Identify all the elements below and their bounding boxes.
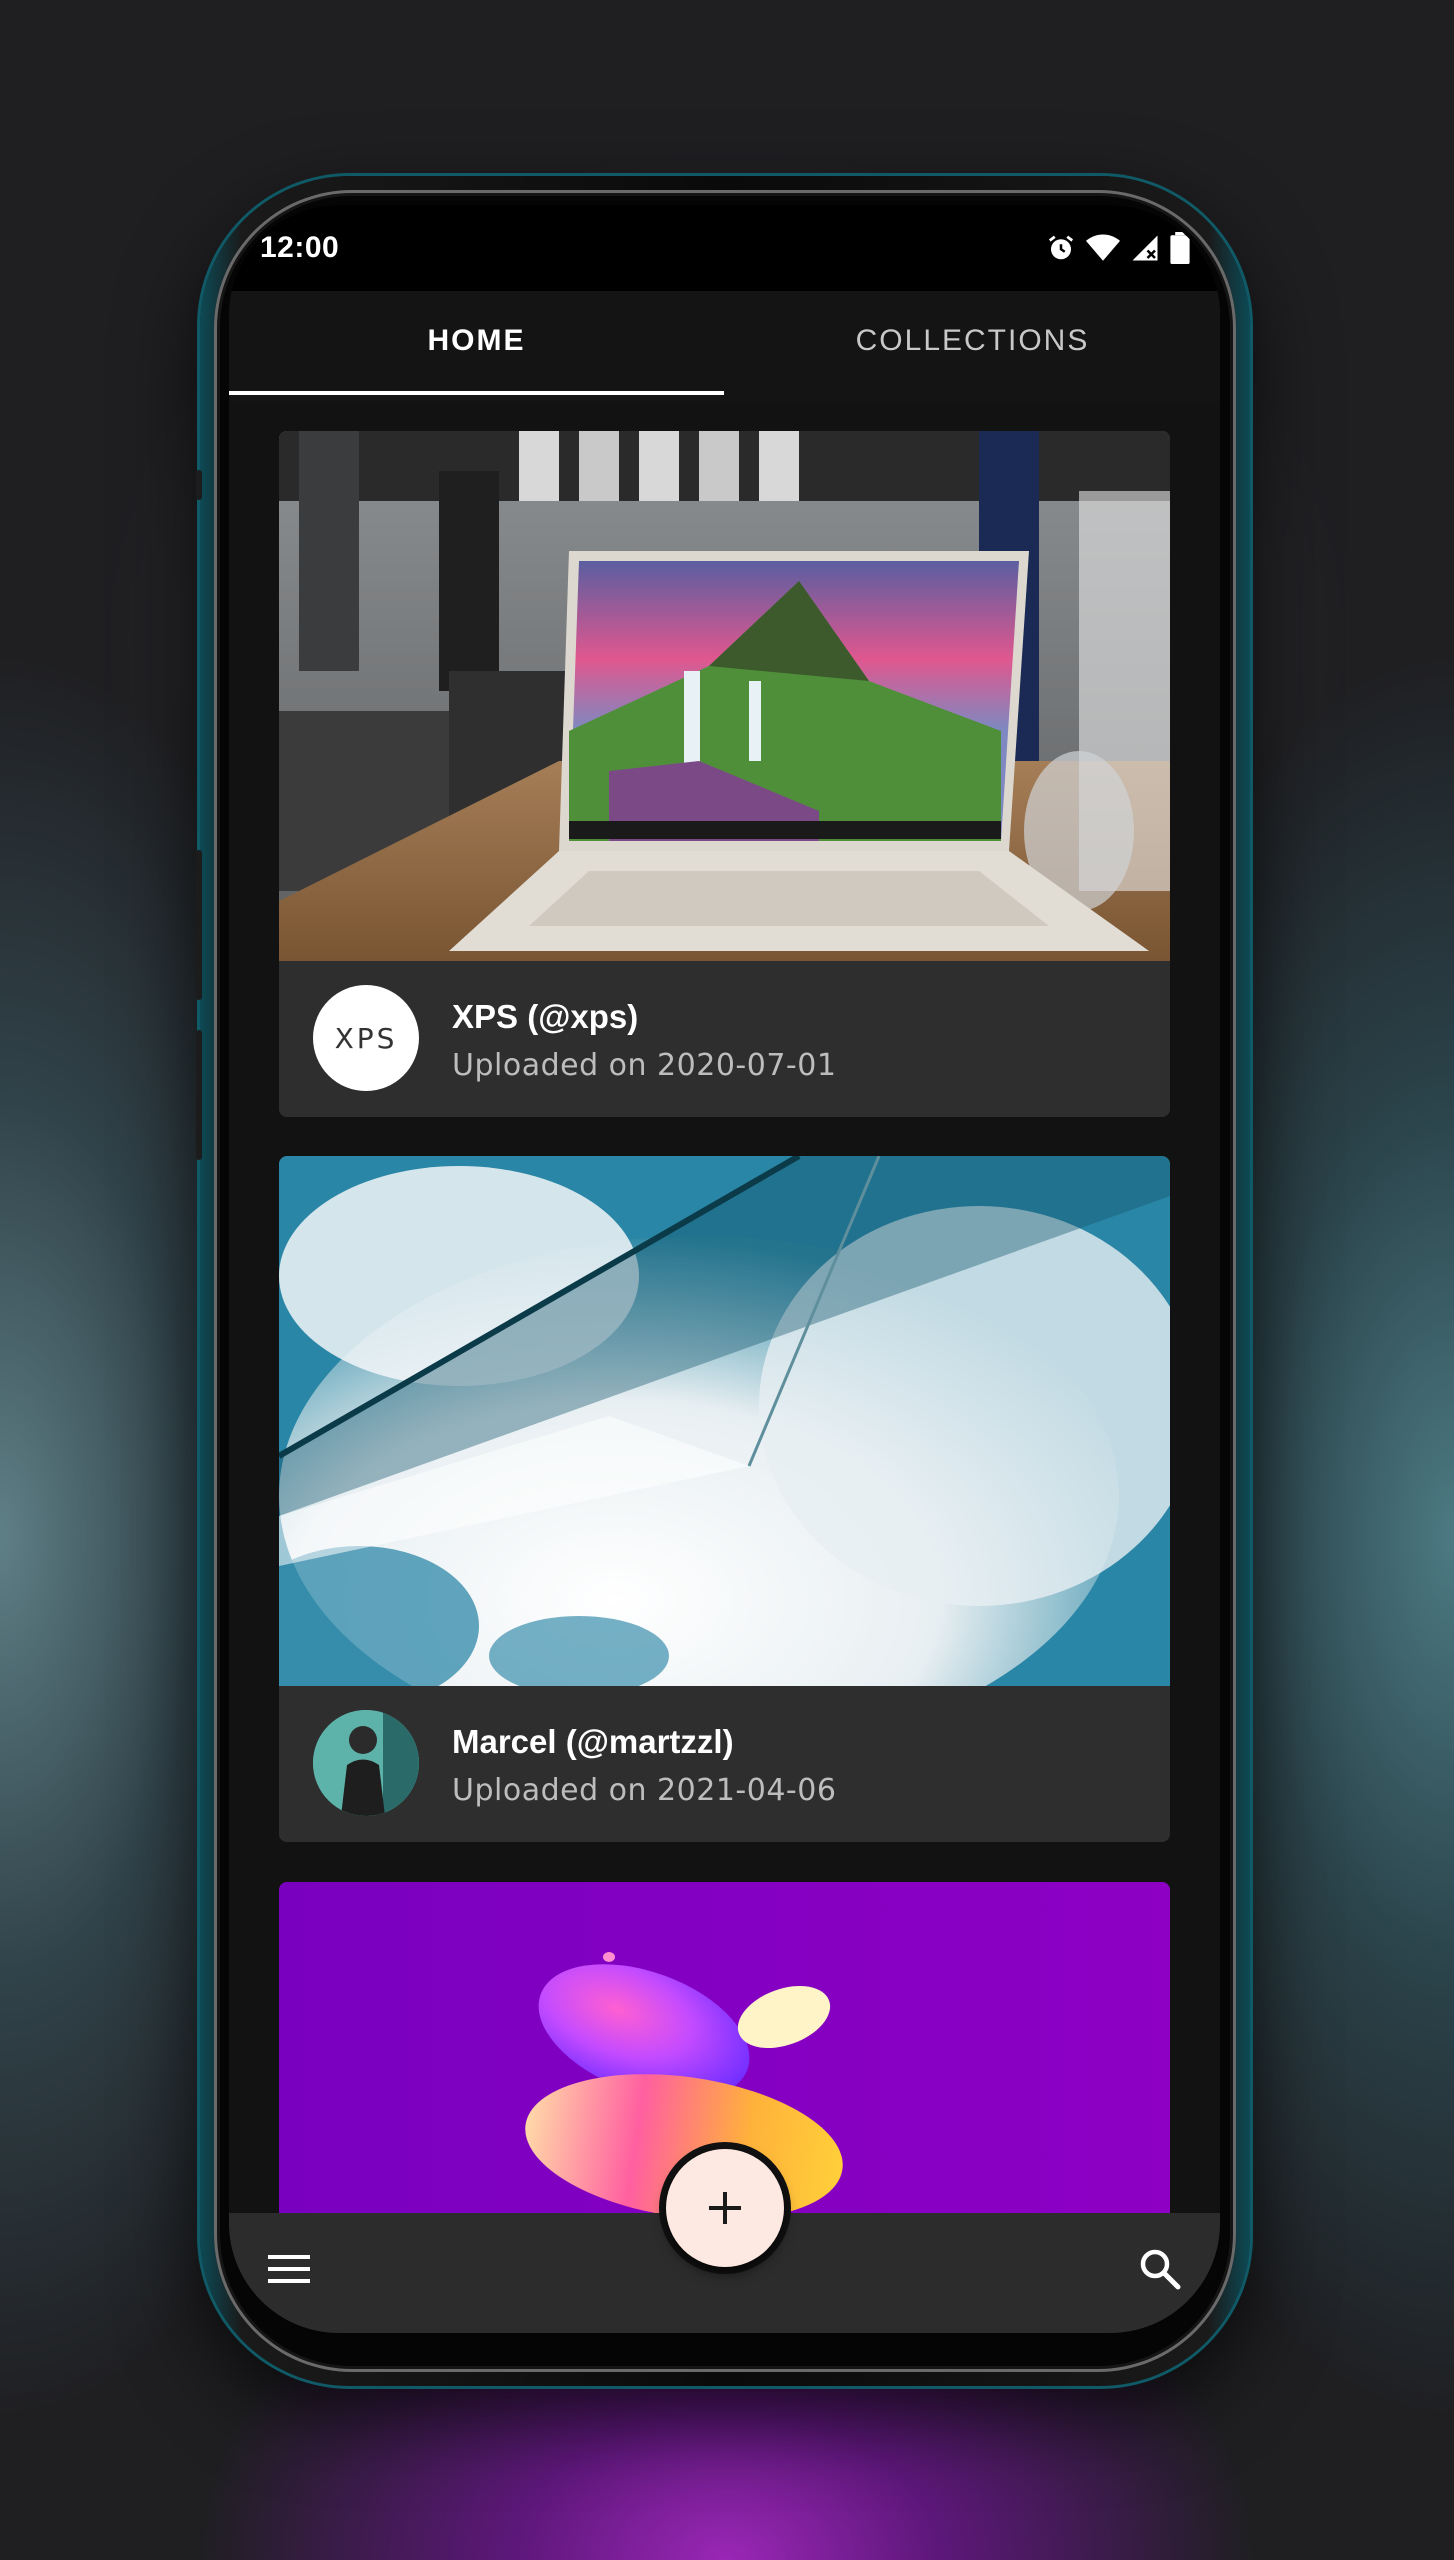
photo-laptop[interactable] <box>279 431 1170 961</box>
avatar-xps[interactable]: XPS <box>313 985 419 1091</box>
photo-card[interactable]: Marcel (@martzzl) Uploaded on 2021-04-06 <box>279 1156 1170 1842</box>
card-upload-date: Uploaded on 2020-07-01 <box>452 1048 837 1083</box>
menu-button[interactable] <box>259 2239 319 2299</box>
card-footer: XPS XPS (@xps) Uploaded on 2020-07-01 <box>279 961 1170 1117</box>
phone-side-button <box>196 1030 202 1160</box>
tab-collections[interactable]: COLLECTIONS <box>725 291 1220 401</box>
alarm-icon <box>1048 235 1074 260</box>
card-author[interactable]: Marcel (@martzzl) <box>452 1723 734 1761</box>
tab-indicator <box>229 391 724 395</box>
status-time: 12:00 <box>260 231 340 264</box>
search-icon <box>1140 2249 1181 2290</box>
card-footer: Marcel (@martzzl) Uploaded on 2021-04-06 <box>279 1686 1170 1842</box>
card-author[interactable]: XPS (@xps) <box>452 998 638 1036</box>
photo-sky-glass[interactable] <box>279 1156 1170 1686</box>
photo-card[interactable]: XPS XPS (@xps) Uploaded on 2020-07-01 <box>279 431 1170 1117</box>
add-button[interactable] <box>666 2149 784 2267</box>
card-upload-date: Uploaded on 2021-04-06 <box>452 1773 837 1808</box>
tab-home[interactable]: HOME <box>229 291 724 401</box>
tab-bar: HOME COLLECTIONS <box>229 291 1220 401</box>
avatar-logo-text: XPS <box>335 1022 398 1055</box>
phone-side-button <box>196 850 202 1000</box>
app-screen: 12:00 HOME COLLECTIONS XPS XPS (@xps) Up… <box>229 205 1220 2333</box>
plus-icon <box>709 2192 741 2224</box>
signal-icon <box>1132 235 1158 261</box>
battery-icon <box>1170 232 1190 264</box>
phone-side-button <box>196 470 202 500</box>
search-button[interactable] <box>1130 2239 1190 2299</box>
menu-icon <box>268 2255 310 2283</box>
wifi-icon <box>1086 234 1120 261</box>
status-bar: 12:00 <box>229 205 1220 291</box>
avatar-marcel[interactable] <box>313 1710 419 1816</box>
